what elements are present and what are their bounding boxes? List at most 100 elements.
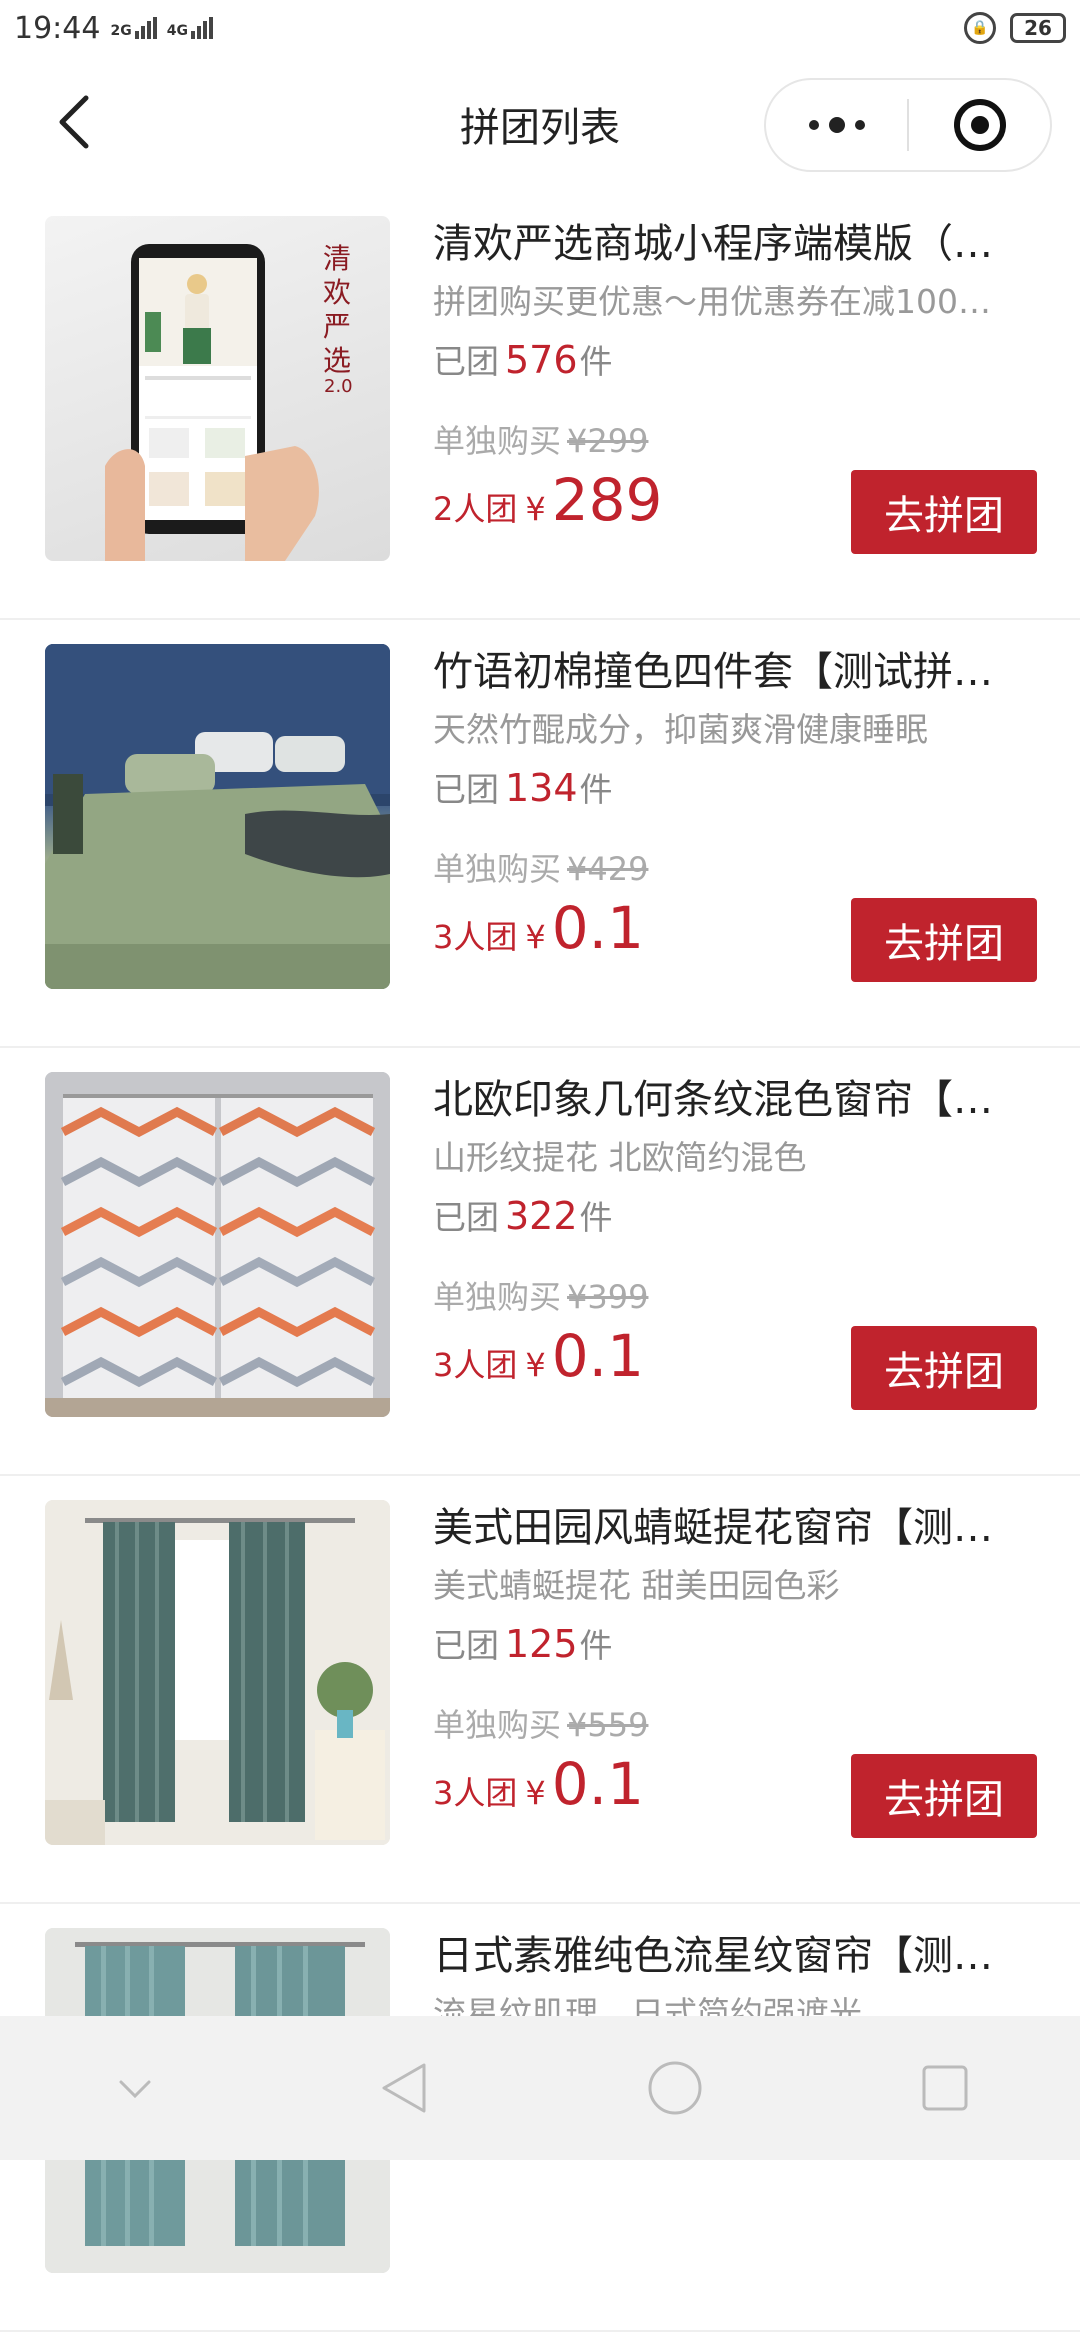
list-item[interactable]: 北欧印象几何条纹混色窗帘【… 山形纹提花 北欧简约混色 已团 322件 单独购买 ¥… <box>0 1048 1080 1476</box>
status-bar: 19:44 2G 4G 🔒 26 <box>0 0 1080 56</box>
original-price-label: 单独购买 <box>433 1278 562 1316</box>
currency-symbol: ¥ <box>525 918 546 956</box>
green-curtain-image <box>45 1500 390 1845</box>
nav-bar: 拼团列表 <box>0 56 1080 192</box>
group-size: 3人团 <box>433 1774 518 1812</box>
join-group-button[interactable]: 去拼团 <box>851 1754 1037 1838</box>
back-button[interactable] <box>48 92 108 152</box>
original-price-value: ¥559 <box>567 1706 649 1744</box>
group-price: 3人团 ¥0.1 <box>433 1750 644 1818</box>
item-title: 北欧印象几何条纹混色窗帘【… <box>433 1077 993 1123</box>
more-button[interactable] <box>766 80 907 170</box>
list-item[interactable]: 清欢严选 2.0 清欢严选商城小程序端模版（… 拼团购买更优惠～用优惠券在减10… <box>0 192 1080 620</box>
system-nav-bar <box>0 2016 1080 2160</box>
sold-unit: 件 <box>579 1626 613 1665</box>
phone-product-image: 清欢严选 2.0 <box>45 216 390 561</box>
group-size: 3人团 <box>433 1346 518 1384</box>
bedding-illustration <box>45 644 390 989</box>
battery-icon: 26 <box>1010 13 1066 43</box>
sold-number: 134 <box>505 766 578 810</box>
sold-count: 已团 125件 <box>433 1614 1043 1676</box>
bedding-image <box>45 644 390 989</box>
close-miniprogram-button[interactable] <box>909 80 1050 170</box>
signal-4g-icon: 4G <box>167 17 213 39</box>
sold-prefix: 已团 <box>433 1198 499 1237</box>
join-group-button[interactable]: 去拼团 <box>851 898 1037 982</box>
item-info: 清欢严选商城小程序端模版（… 拼团购买更优惠～用优惠券在减100… 已团 576件… <box>433 216 1043 561</box>
original-price-label: 单独购买 <box>433 422 562 460</box>
original-price: 单独购买 ¥429 <box>433 844 648 890</box>
join-group-button[interactable]: 去拼团 <box>851 470 1037 554</box>
item-title: 清欢严选商城小程序端模版（… <box>433 221 993 267</box>
page-title: 拼团列表 <box>460 105 620 151</box>
original-price: 单独购买 ¥559 <box>433 1700 648 1746</box>
original-price-value: ¥299 <box>567 422 649 460</box>
item-title: 美式田园风蜻蜓提花窗帘【测… <box>433 1505 993 1551</box>
sold-number: 576 <box>505 338 578 382</box>
nav-recents-button[interactable] <box>905 2048 985 2128</box>
original-price-label: 单独购买 <box>433 850 562 888</box>
original-price-label: 单独购买 <box>433 1706 562 1744</box>
group-price: 2人团 ¥289 <box>433 466 662 534</box>
item-info: 竹语初棉撞色四件套【测试拼… 天然竹醌成分，抑菌爽滑健康睡眠 已团 134件 单独… <box>433 644 1043 989</box>
hide-nav-button[interactable] <box>95 2048 175 2128</box>
target-close-icon <box>953 99 1006 151</box>
chevron-down-icon <box>119 2080 151 2099</box>
circle-home-icon <box>648 2061 702 2115</box>
group-size: 2人团 <box>433 490 518 528</box>
rotation-lock-icon: 🔒 <box>964 12 996 44</box>
group-price: 3人团 ¥0.1 <box>433 1322 644 1390</box>
sold-unit: 件 <box>579 342 613 381</box>
green-curtain-illustration <box>45 1500 390 1845</box>
currency-symbol: ¥ <box>525 1774 546 1812</box>
list-item[interactable]: 竹语初棉撞色四件套【测试拼… 天然竹醌成分，抑菌爽滑健康睡眠 已团 134件 单独… <box>0 620 1080 1048</box>
group-price-value: 0.1 <box>551 1322 644 1390</box>
group-size: 3人团 <box>433 918 518 956</box>
original-price: 单独购买 ¥399 <box>433 1272 648 1318</box>
status-left: 19:44 2G 4G <box>14 11 213 46</box>
item-subtitle: 山形纹提花 北欧简约混色 <box>433 1138 807 1177</box>
more-dots-icon <box>808 117 865 133</box>
network-2g-label: 2G <box>110 23 132 39</box>
sold-prefix: 已团 <box>433 1626 499 1665</box>
network-4g-label: 4G <box>166 23 188 39</box>
currency-symbol: ¥ <box>525 490 546 528</box>
sold-count: 已团 322件 <box>433 1186 1043 1248</box>
chevron-left-icon <box>59 95 89 149</box>
group-price: 3人团 ¥0.1 <box>433 894 644 962</box>
square-recents-icon <box>922 2065 968 2111</box>
group-buy-list: 清欢严选 2.0 清欢严选商城小程序端模版（… 拼团购买更优惠～用优惠券在减10… <box>0 192 1080 2332</box>
signal-2g-icon: 2G <box>110 17 157 39</box>
thumb-version-text: 2.0 <box>324 376 353 397</box>
chevron-curtain-illustration <box>45 1072 390 1417</box>
status-right: 🔒 26 <box>964 12 1066 44</box>
item-subtitle: 拼团购买更优惠～用优惠券在减100… <box>433 282 991 321</box>
original-price: 单独购买 ¥299 <box>433 416 648 462</box>
triangle-back-icon <box>382 2063 426 2113</box>
sold-number: 322 <box>505 1194 578 1238</box>
nav-back-button[interactable] <box>365 2048 445 2128</box>
nav-home-button[interactable] <box>635 2048 715 2128</box>
item-title: 日式素雅纯色流星纹窗帘【测… <box>433 1933 993 1979</box>
sold-number: 125 <box>505 1622 578 1666</box>
group-price-value: 0.1 <box>551 894 644 962</box>
thumb-brand-text: 清欢严选 <box>323 242 352 377</box>
original-price-value: ¥399 <box>567 1278 649 1316</box>
sold-prefix: 已团 <box>433 342 499 381</box>
list-item[interactable]: 美式田园风蜻蜓提花窗帘【测… 美式蜻蜓提花 甜美田园色彩 已团 125件 单独购买… <box>0 1476 1080 1904</box>
currency-symbol: ¥ <box>525 1346 546 1384</box>
status-time: 19:44 <box>14 10 101 46</box>
original-price-value: ¥429 <box>567 850 649 888</box>
miniprogram-capsule <box>764 78 1052 172</box>
sold-count: 已团 576件 <box>433 330 1043 392</box>
sold-unit: 件 <box>579 770 613 809</box>
sold-count: 已团 134件 <box>433 758 1043 820</box>
group-price-value: 289 <box>551 466 663 534</box>
chevron-curtain-image <box>45 1072 390 1417</box>
item-info: 北欧印象几何条纹混色窗帘【… 山形纹提花 北欧简约混色 已团 322件 单独购买 ¥… <box>433 1072 1043 1417</box>
sold-unit: 件 <box>579 1198 613 1237</box>
item-subtitle: 天然竹醌成分，抑菌爽滑健康睡眠 <box>433 710 928 749</box>
sold-prefix: 已团 <box>433 770 499 809</box>
join-group-button[interactable]: 去拼团 <box>851 1326 1037 1410</box>
item-info: 美式田园风蜻蜓提花窗帘【测… 美式蜻蜓提花 甜美田园色彩 已团 125件 单独购买… <box>433 1500 1043 1845</box>
